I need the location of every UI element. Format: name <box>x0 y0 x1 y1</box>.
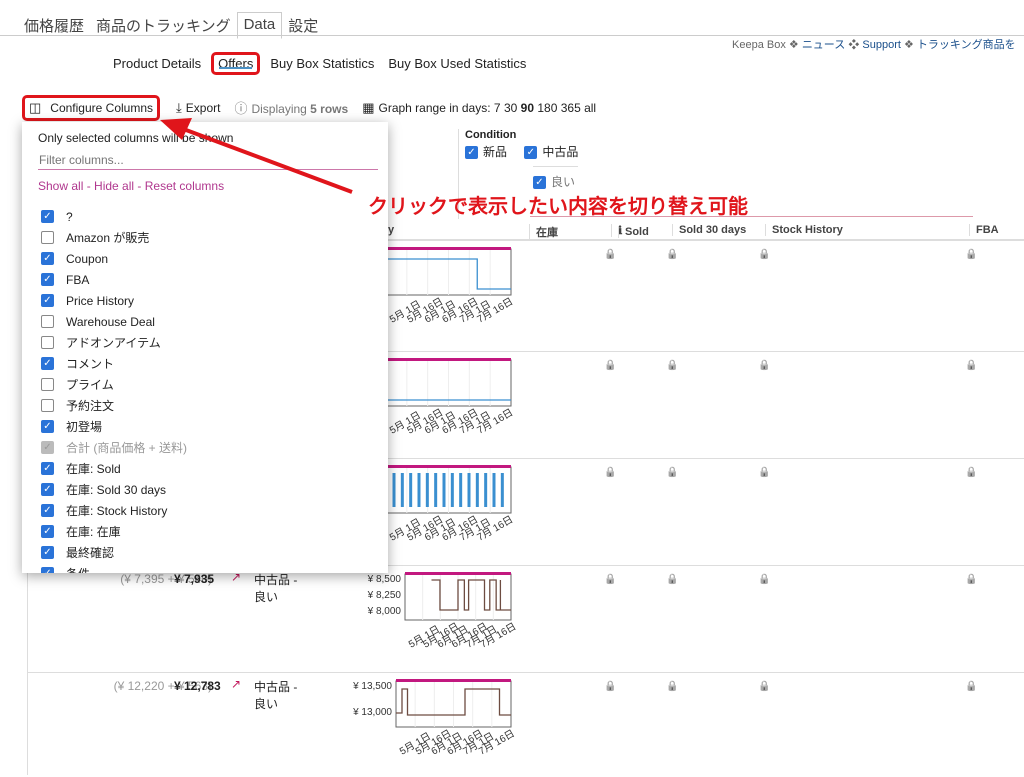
annotation-text: クリックで表示したい内容を切り替え可能 <box>368 196 748 218</box>
annotation-underline <box>530 216 973 217</box>
annotation-arrow <box>160 118 353 194</box>
